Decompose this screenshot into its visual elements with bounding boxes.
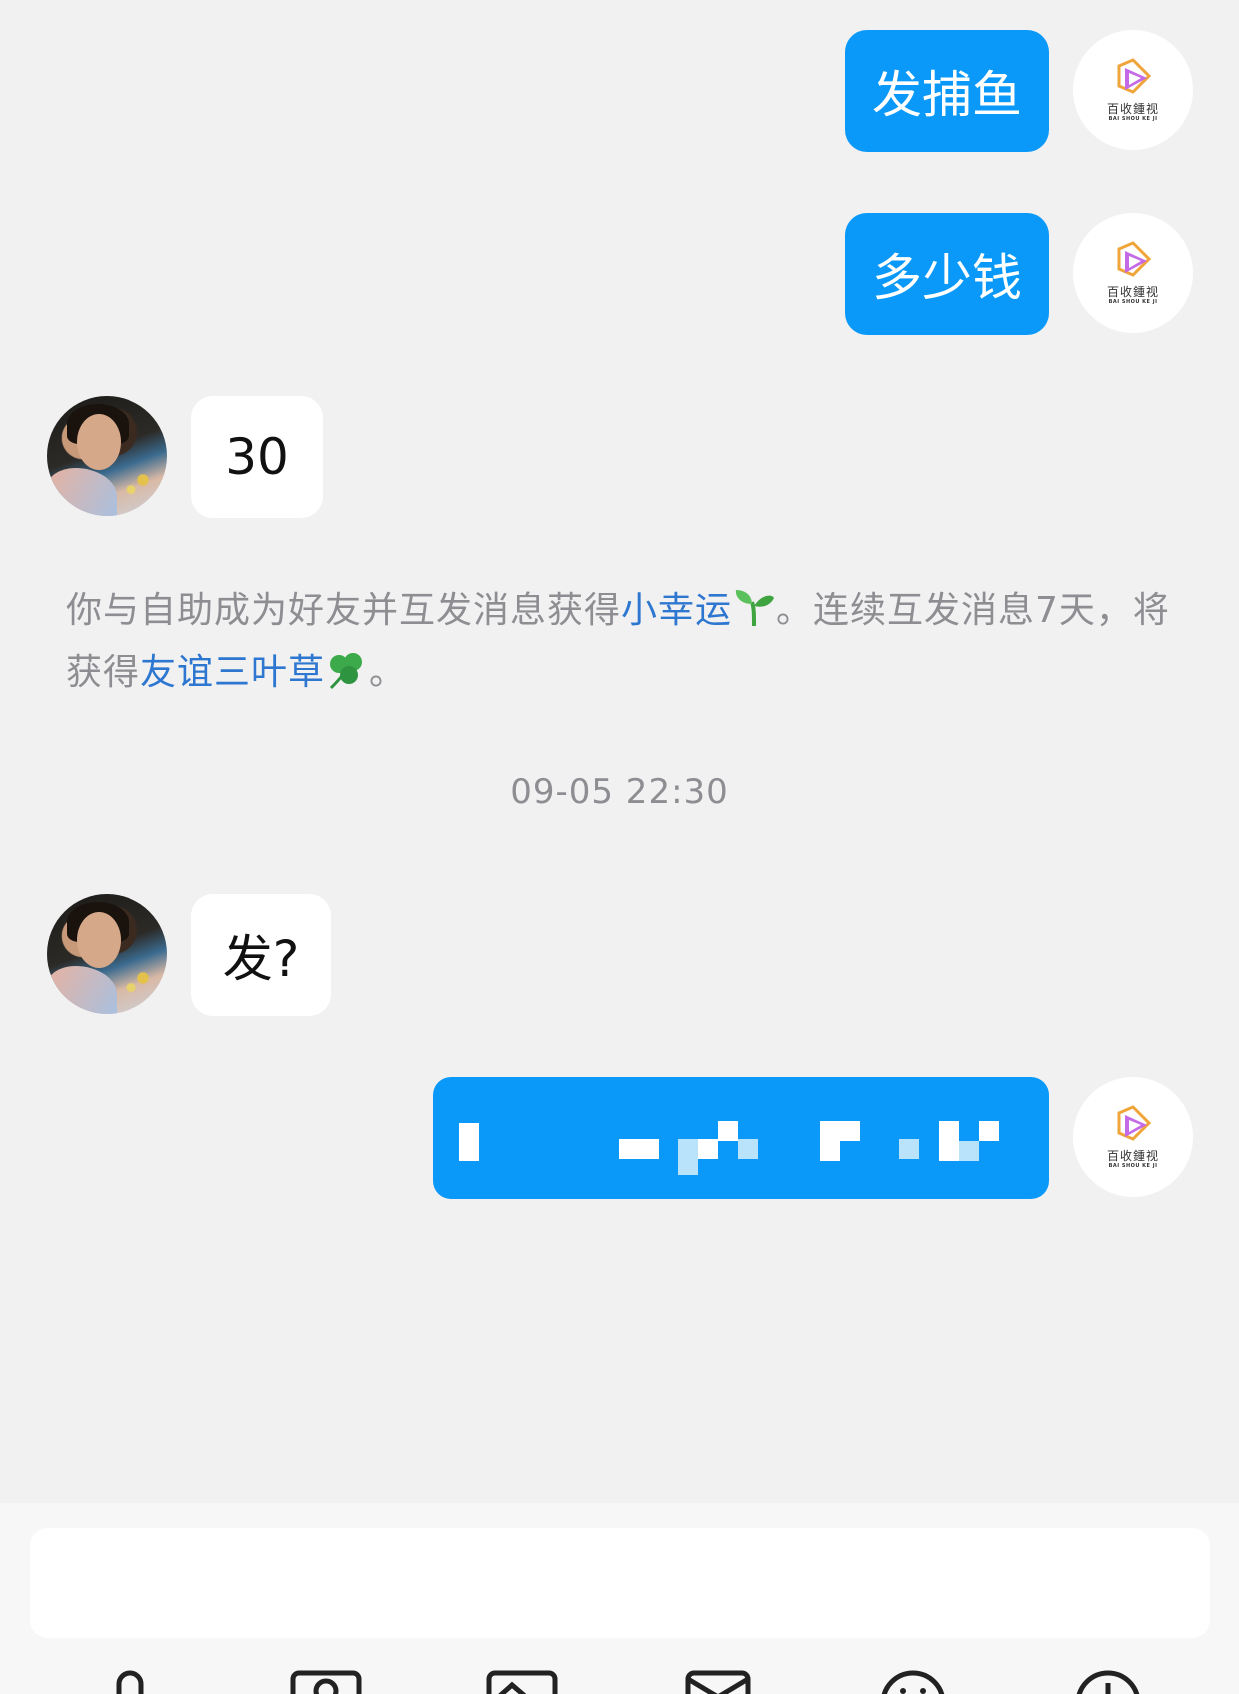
red-packet-icon[interactable] [682, 1669, 754, 1694]
note-text: 你与自助成为好友并互发消息获得 [66, 590, 622, 631]
brand-sub: BAI SHOU KE JI [1108, 115, 1158, 122]
brand-sub: BAI SHOU KE JI [1108, 298, 1158, 305]
brand-logo-icon [1117, 57, 1152, 94]
message-row-outgoing: 多少钱 百收鍾视 BAI SHOU KE JI [0, 213, 1239, 335]
message-timestamp: 09-05 22:30 [510, 772, 729, 812]
contact-avatar[interactable] [47, 894, 167, 1014]
plus-icon[interactable] [1072, 1669, 1144, 1694]
emoji-icon[interactable] [877, 1669, 949, 1694]
brand-sub: BAI SHOU KE JI [1108, 1162, 1158, 1169]
brand-logo-icon [1117, 1104, 1152, 1141]
brand-name: 百收鍾视 [1106, 101, 1159, 116]
message-bubble[interactable]: 发捕鱼 [845, 30, 1049, 152]
message-row-incoming: 30 [0, 396, 1239, 518]
voice-icon[interactable] [95, 1669, 167, 1694]
brand-name: 百收鍾视 [1106, 284, 1159, 299]
sender-avatar[interactable]: 百收鍾视 BAI SHOU KE JI [1073, 30, 1193, 150]
clover-icon [329, 653, 363, 690]
message-bubble[interactable]: 发? [191, 894, 331, 1016]
redacted-message-bubble[interactable] [433, 1077, 1049, 1199]
friendship-clover-link[interactable]: 友谊三叶草 [140, 652, 325, 693]
message-bubble[interactable]: 30 [191, 396, 323, 518]
contact-avatar[interactable] [47, 396, 167, 516]
friendship-system-note: 你与自助成为好友并互发消息获得小幸运 。连续互发消息7天，将获得友谊三叶草 。 [66, 580, 1176, 704]
message-row-incoming: 发? [0, 894, 1239, 1016]
sprout-icon [735, 590, 775, 627]
sender-avatar[interactable]: 百收鍾视 BAI SHOU KE JI [1073, 213, 1193, 333]
message-input[interactable] [30, 1528, 1210, 1638]
image-icon[interactable] [486, 1669, 558, 1694]
message-bubble[interactable]: 多少钱 [845, 213, 1049, 335]
note-text: 。 [369, 652, 407, 693]
message-row-outgoing: 发捕鱼 百收鍾视 BAI SHOU KE JI [0, 30, 1239, 152]
message-row-outgoing: 百收鍾视 BAI SHOU KE JI [0, 1077, 1239, 1199]
brand-logo-icon [1117, 240, 1152, 277]
brand-name: 百收鍾视 [1106, 1148, 1159, 1163]
input-panel [0, 1503, 1239, 1694]
photo-icon[interactable] [290, 1669, 362, 1694]
chat-screen: 发捕鱼 百收鍾视 BAI SHOU KE JI 多少钱 百收鍾视 BAI SHO… [0, 0, 1239, 1694]
little-luck-link[interactable]: 小幸运 [621, 590, 732, 631]
sender-avatar[interactable]: 百收鍾视 BAI SHOU KE JI [1073, 1077, 1193, 1197]
